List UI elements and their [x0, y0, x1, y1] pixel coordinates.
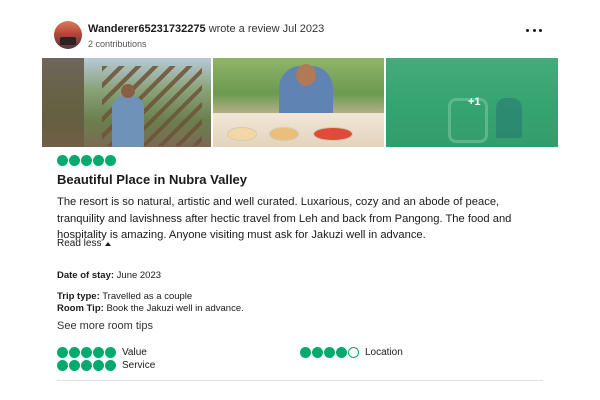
date-of-stay: Date of stay: June 2023 [57, 270, 161, 281]
sub-rating-label: Value [122, 347, 147, 358]
date-value: June 2023 [116, 270, 162, 281]
avatar[interactable] [54, 21, 82, 49]
rating-bubble-icon [336, 347, 347, 358]
rating-bubble-icon [81, 360, 92, 371]
author-name[interactable]: Wanderer65231732275 [88, 23, 206, 35]
rating-bubble-icon [93, 347, 104, 358]
room-tip: Room Tip: Book the Jakuzi well in advanc… [57, 303, 244, 314]
rating-bubble-icon [105, 155, 116, 166]
photo-garden[interactable]: +1 [386, 58, 558, 147]
rating-bubble-icon [69, 347, 80, 358]
read-less-label: Read less [57, 238, 102, 249]
tip-label: Room Tip: [57, 303, 104, 314]
sub-rating-location: Location [300, 347, 403, 358]
rating-bubble-icon [69, 155, 80, 166]
trip-type: Trip type: Travelled as a couple [57, 291, 192, 302]
caret-up-icon [105, 241, 112, 246]
rating-bubble-icon [105, 360, 116, 371]
photo-dining[interactable] [213, 58, 384, 147]
trip-label: Trip type: [57, 291, 100, 302]
sub-rating-service: Service [57, 360, 155, 371]
contributions-count: 2 contributions [88, 39, 147, 49]
photo-stairs-person[interactable] [42, 58, 211, 147]
rating-bubble-icon [300, 347, 311, 358]
read-less-button[interactable]: Read less [57, 238, 112, 249]
rating-bubble-icon [57, 360, 68, 371]
review-body: The resort is so natural, artistic and w… [57, 196, 512, 241]
tip-value: Book the Jakuzi well in advance. [106, 303, 244, 314]
sub-rating-bubbles [300, 347, 359, 358]
divider [57, 380, 543, 381]
rating-bubble-icon [312, 347, 323, 358]
date-label: Date of stay: [57, 270, 115, 281]
rating-bubble-icon [93, 155, 104, 166]
rating-bubble-icon [57, 155, 68, 166]
photo-strip: +1 [42, 58, 558, 147]
sub-rating-bubbles [57, 347, 116, 358]
sub-rating-bubbles [57, 360, 116, 371]
sub-rating-label: Service [122, 360, 156, 371]
sub-rating-value: Value [57, 347, 147, 358]
rating-bubble-icon [81, 155, 92, 166]
trip-value: Travelled as a couple [102, 291, 193, 302]
rating-bubble-icon [69, 360, 80, 371]
rating-bubble-icon [324, 347, 335, 358]
review-title[interactable]: Beautiful Place in Nubra Valley [57, 172, 247, 187]
more-photos-count: +1 [468, 96, 481, 108]
rating-bubble-icon [81, 347, 92, 358]
rating-bubble-icon [93, 360, 104, 371]
review-action: wrote a review Jul 2023 [208, 23, 325, 35]
rating-bubble-icon [57, 347, 68, 358]
rating-bubble-icon [105, 347, 116, 358]
review-header: Wanderer65231732275 wrote a review Jul 2… [54, 21, 554, 51]
author-line: Wanderer65231732275 wrote a review Jul 2… [88, 23, 324, 35]
rating-bubble-empty-icon [348, 347, 359, 358]
see-more-room-tips-link[interactable]: See more room tips [57, 320, 153, 332]
sub-rating-label: Location [365, 347, 403, 358]
more-dots-icon[interactable] [526, 25, 542, 35]
review-rating [57, 155, 116, 166]
